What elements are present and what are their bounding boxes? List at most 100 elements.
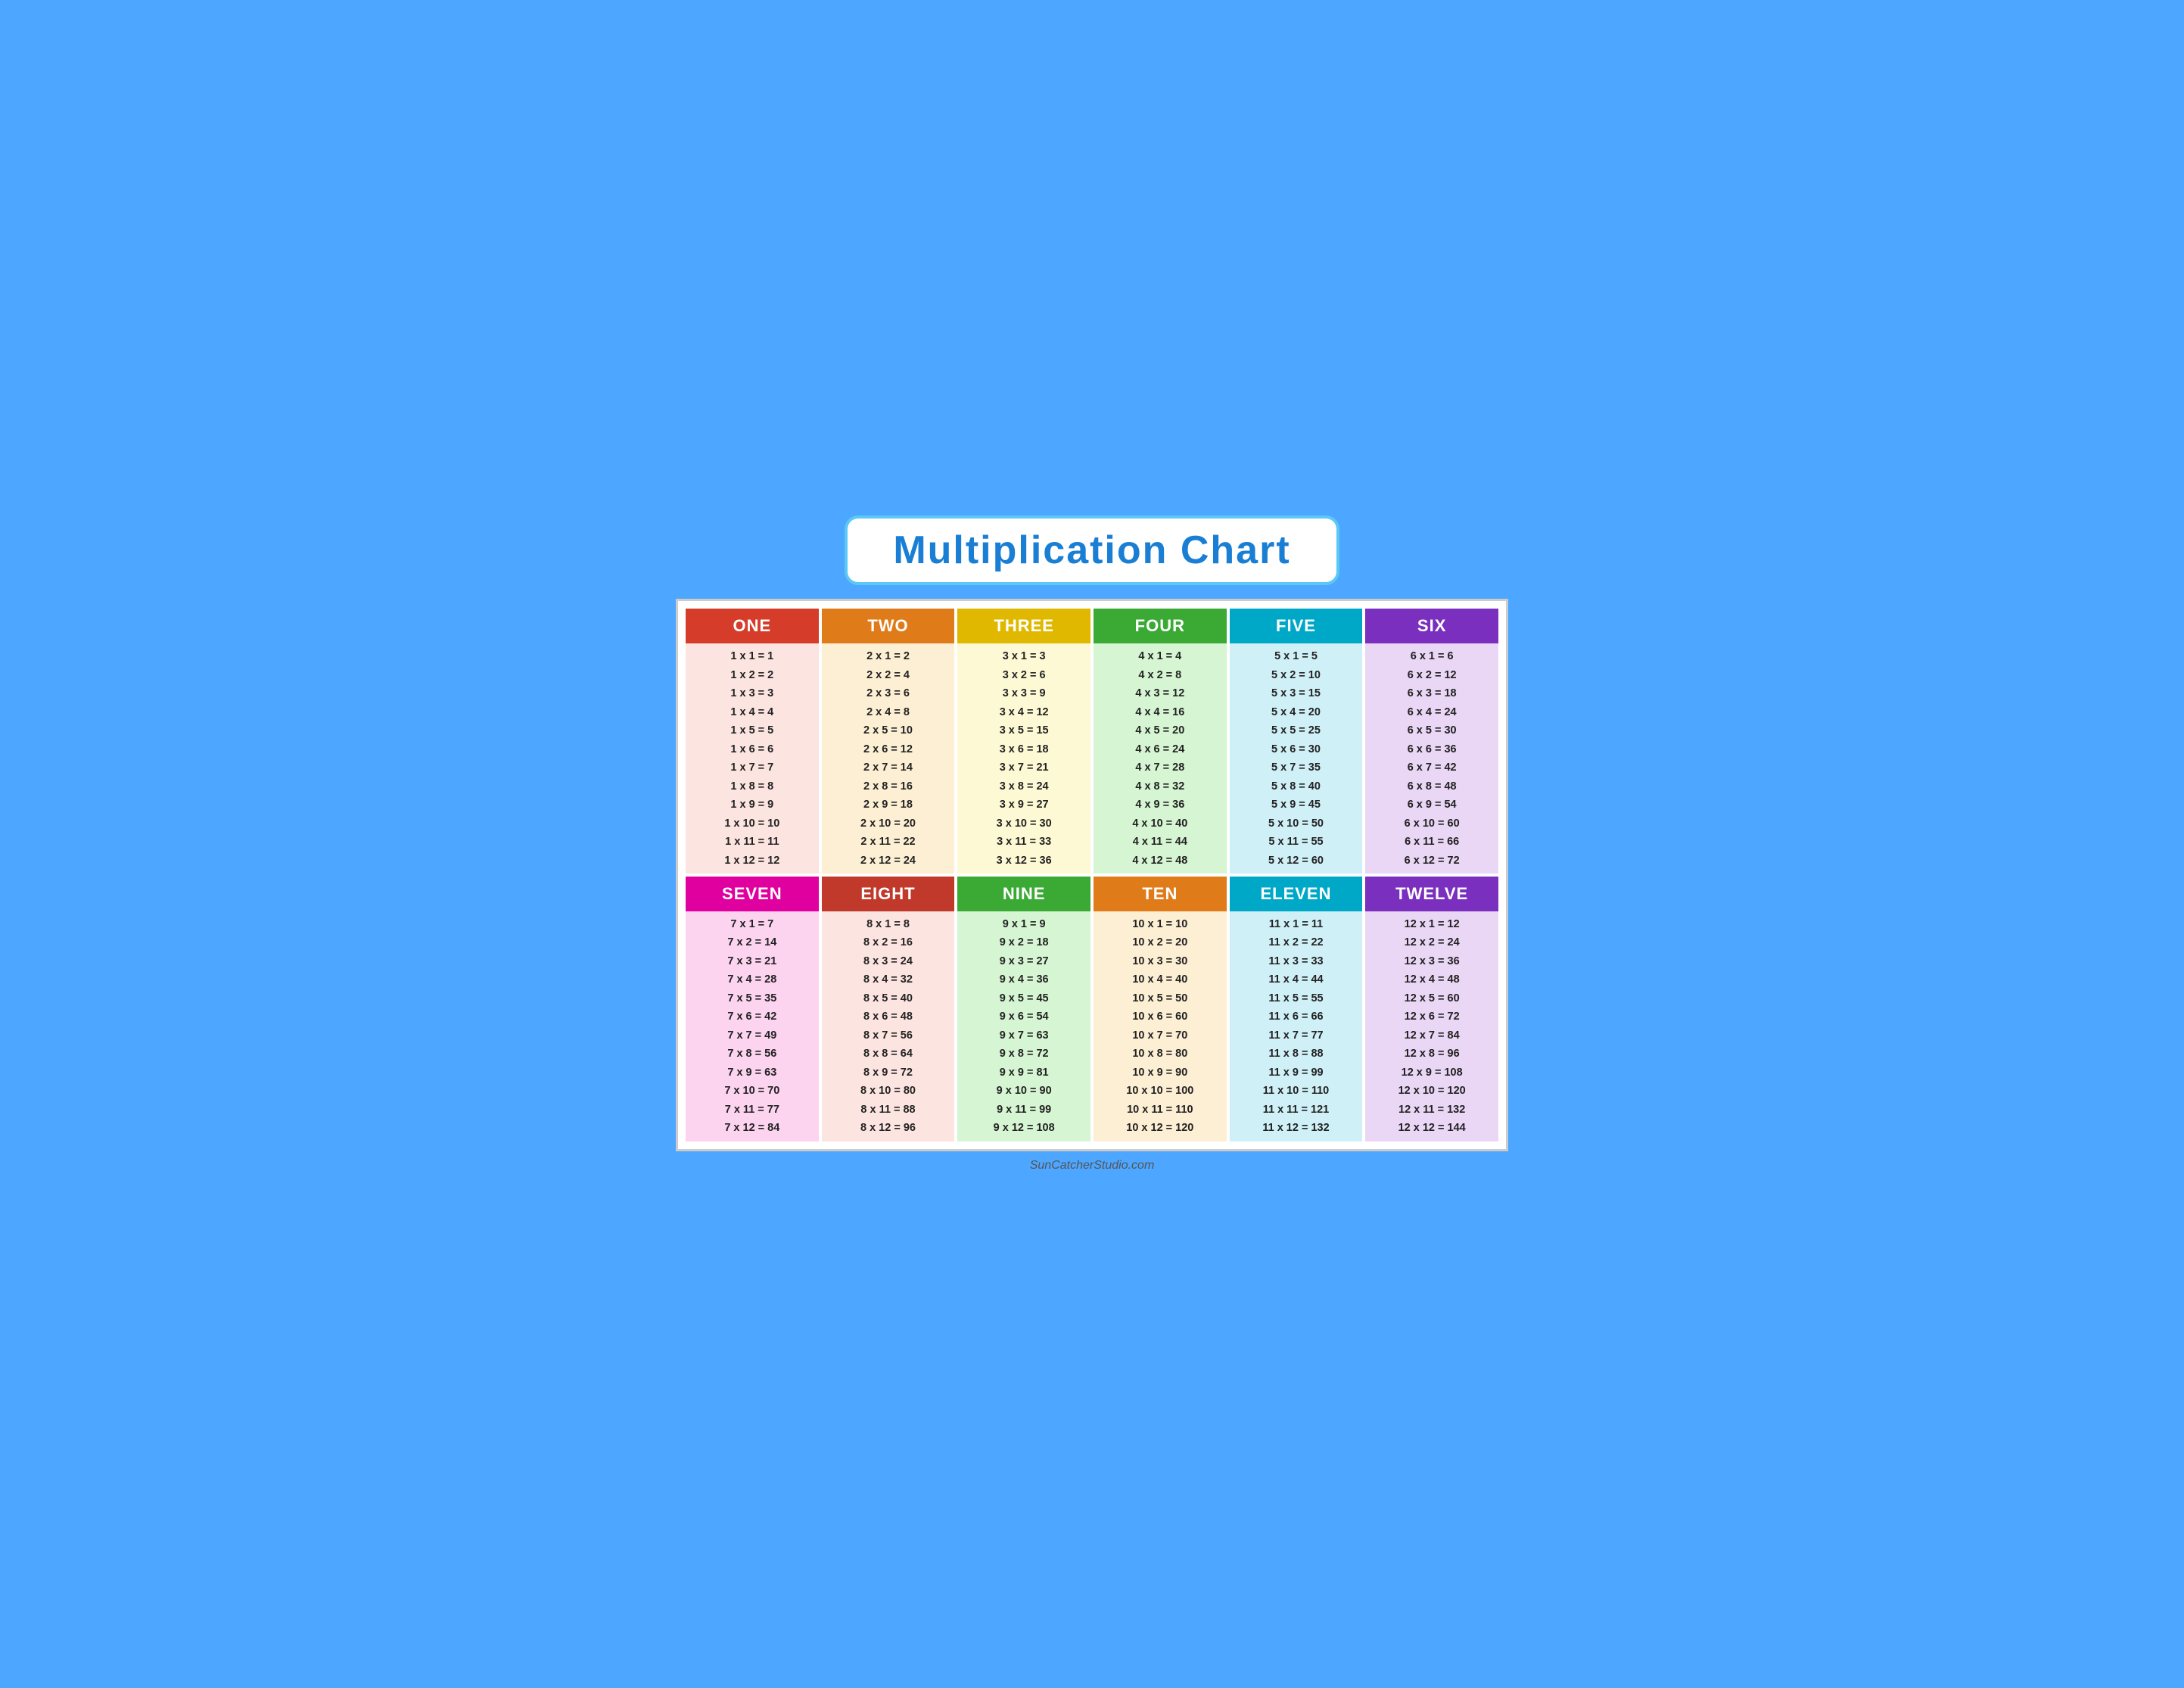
equation: 10 x 5 = 50 [1097, 990, 1224, 1007]
equation: 12 x 12 = 144 [1368, 1120, 1495, 1136]
equation: 10 x 1 = 10 [1097, 916, 1224, 933]
equation: 4 x 11 = 44 [1097, 833, 1224, 850]
equation: 1 x 10 = 10 [689, 815, 816, 832]
equation: 10 x 4 = 40 [1097, 971, 1224, 988]
equation: 8 x 7 = 56 [825, 1027, 952, 1044]
equation: 3 x 7 = 21 [960, 759, 1087, 776]
section-header-ten: TEN [1094, 877, 1227, 911]
equation: 11 x 11 = 121 [1233, 1101, 1360, 1118]
section-body-eight: 8 x 1 = 88 x 2 = 168 x 3 = 248 x 4 = 328… [822, 911, 955, 1141]
equation: 10 x 10 = 100 [1097, 1082, 1224, 1099]
equation: 4 x 7 = 28 [1097, 759, 1224, 776]
equation: 9 x 8 = 72 [960, 1045, 1087, 1062]
section-header-two: TWO [822, 609, 955, 643]
page-title: Multiplication Chart [893, 528, 1290, 572]
equation: 4 x 12 = 48 [1097, 852, 1224, 869]
equation: 9 x 3 = 27 [960, 953, 1087, 970]
equation: 8 x 3 = 24 [825, 953, 952, 970]
equation: 9 x 5 = 45 [960, 990, 1087, 1007]
equation: 4 x 5 = 20 [1097, 722, 1224, 739]
equation: 5 x 10 = 50 [1233, 815, 1360, 832]
equation: 6 x 10 = 60 [1368, 815, 1495, 832]
equation: 12 x 1 = 12 [1368, 916, 1495, 933]
equation: 4 x 4 = 16 [1097, 704, 1224, 721]
section-eleven: ELEVEN11 x 1 = 1111 x 2 = 2211 x 3 = 331… [1230, 877, 1363, 1141]
equation: 3 x 1 = 3 [960, 648, 1087, 665]
equation: 9 x 1 = 9 [960, 916, 1087, 933]
equation: 6 x 2 = 12 [1368, 667, 1495, 684]
equation: 4 x 9 = 36 [1097, 796, 1224, 813]
equation: 4 x 10 = 40 [1097, 815, 1224, 832]
title-container: Multiplication Chart [676, 515, 1508, 585]
equation: 3 x 4 = 12 [960, 704, 1087, 721]
equation: 8 x 11 = 88 [825, 1101, 952, 1118]
equation: 2 x 11 = 22 [825, 833, 952, 850]
equation: 6 x 5 = 30 [1368, 722, 1495, 739]
section-body-seven: 7 x 1 = 77 x 2 = 14 7 x 3 = 217 x 4 = 28 7… [686, 911, 819, 1141]
equation: 1 x 11 = 11 [689, 833, 816, 850]
equation: 7 x 5 = 35 [689, 990, 816, 1007]
equation: 11 x 10 = 110 [1233, 1082, 1360, 1099]
equation: 11 x 8 = 88 [1233, 1045, 1360, 1062]
equation: 12 x 6 = 72 [1368, 1008, 1495, 1025]
equation: 9 x 9 = 81 [960, 1064, 1087, 1081]
equation: 3 x 5 = 15 [960, 722, 1087, 739]
section-body-twelve: 12 x 1 = 1212 x 2 = 2412 x 3 = 3612 x 4 … [1365, 911, 1498, 1141]
equation: 7 x 2 = 14 [689, 934, 816, 951]
equation: 7 x 3 = 21 [689, 953, 816, 970]
equation: 1 x 2 = 2 [689, 667, 816, 684]
equation: 4 x 6 = 24 [1097, 741, 1224, 758]
equation: 8 x 8 = 64 [825, 1045, 952, 1062]
page-wrapper: Multiplication Chart ONE1 x 1 = 11 x 2 =… [676, 515, 1508, 1172]
equation: 9 x 4 = 36 [960, 971, 1087, 988]
equation: 11 x 1 = 11 [1233, 916, 1360, 933]
equation: 8 x 2 = 16 [825, 934, 952, 951]
equation: 1 x 5 = 5 [689, 722, 816, 739]
equation: 7 x 10 = 70 [689, 1082, 816, 1099]
equation: 8 x 1 = 8 [825, 916, 952, 933]
equation: 10 x 11 = 110 [1097, 1101, 1224, 1118]
equation: 2 x 3 = 6 [825, 685, 952, 702]
equation: 10 x 8 = 80 [1097, 1045, 1224, 1062]
equation: 11 x 9 = 99 [1233, 1064, 1360, 1081]
equation: 4 x 1 = 4 [1097, 648, 1224, 665]
section-three: THREE3 x 1 = 33 x 2 = 63 x 3 = 93 x 4 = … [957, 609, 1090, 874]
equation: 7 x 1 = 7 [689, 916, 816, 933]
equation: 9 x 7 = 63 [960, 1027, 1087, 1044]
equation: 7 x 9 = 63 [689, 1064, 816, 1081]
equation: 11 x 6 = 66 [1233, 1008, 1360, 1025]
equation: 3 x 8 = 24 [960, 778, 1087, 795]
equation: 2 x 4 = 8 [825, 704, 952, 721]
equation: 12 x 10 = 120 [1368, 1082, 1495, 1099]
equation: 5 x 7 = 35 [1233, 759, 1360, 776]
equation: 1 x 4 = 4 [689, 704, 816, 721]
equation: 3 x 10 = 30 [960, 815, 1087, 832]
equation: 3 x 6 = 18 [960, 741, 1087, 758]
equation: 3 x 12 = 36 [960, 852, 1087, 869]
equation: 11 x 4 = 44 [1233, 971, 1360, 988]
equation: 11 x 5 = 55 [1233, 990, 1360, 1007]
equation: 5 x 5 = 25 [1233, 722, 1360, 739]
equation: 12 x 2 = 24 [1368, 934, 1495, 951]
equation: 9 x 10 = 90 [960, 1082, 1087, 1099]
equation: 11 x 7 = 77 [1233, 1027, 1360, 1044]
equation: 1 x 9 = 9 [689, 796, 816, 813]
equation: 12 x 5 = 60 [1368, 990, 1495, 1007]
equation: 5 x 8 = 40 [1233, 778, 1360, 795]
equation: 2 x 5 = 10 [825, 722, 952, 739]
equation: 2 x 7 = 14 [825, 759, 952, 776]
equation: 11 x 2 = 22 [1233, 934, 1360, 951]
equation: 8 x 6 = 48 [825, 1008, 952, 1025]
equation: 8 x 9 = 72 [825, 1064, 952, 1081]
section-header-four: FOUR [1094, 609, 1227, 643]
footer-credit: SunCatcherStudio.com [676, 1159, 1508, 1173]
equation: 7 x 4 = 28 [689, 971, 816, 988]
chart-grid: ONE1 x 1 = 11 x 2 = 21 x 3 = 31 x 4 = 41… [686, 609, 1498, 1141]
section-nine: NINE9 x 1 = 99 x 2 = 189 x 3 = 279 x 4 =… [957, 877, 1090, 1141]
section-ten: TEN10 x 1 = 1010 x 2 = 2010 x 3 = 3010 x… [1094, 877, 1227, 1141]
equation: 2 x 1 = 2 [825, 648, 952, 665]
equation: 6 x 11 = 66 [1368, 833, 1495, 850]
equation: 5 x 1 = 5 [1233, 648, 1360, 665]
equation: 5 x 4 = 20 [1233, 704, 1360, 721]
equation: 7 x 11 = 77 [689, 1101, 816, 1118]
